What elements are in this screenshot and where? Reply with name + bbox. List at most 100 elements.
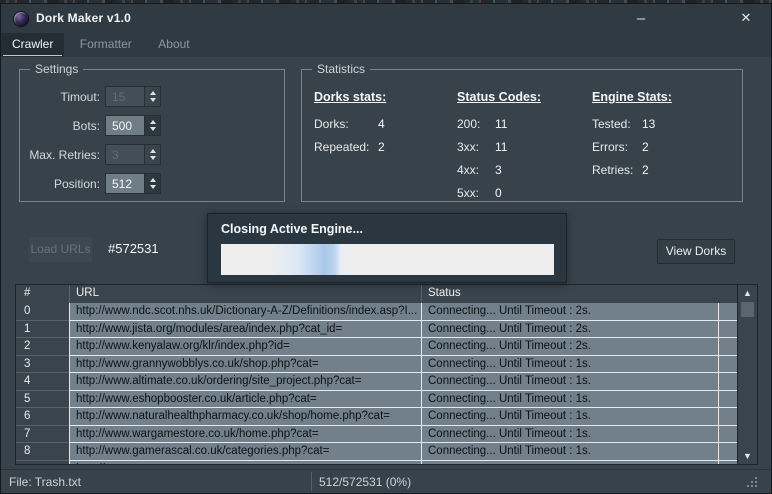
spinner-up-icon[interactable] — [150, 149, 156, 153]
url-cell[interactable]: http://www.altimate.co.uk/ordering/site_… — [69, 373, 421, 391]
progress-label: 512/572531 (0%) — [319, 475, 411, 489]
stat-value: 4 — [378, 117, 385, 131]
spinner-buttons[interactable] — [144, 173, 161, 194]
row-number-cell[interactable]: 2 — [16, 338, 69, 356]
spinner-value[interactable]: 512 — [105, 173, 144, 194]
status-cell — [421, 461, 718, 465]
scroll-up-icon[interactable]: ▲ — [738, 286, 757, 300]
view-dorks-button[interactable]: View Dorks — [657, 239, 735, 264]
row-number-cell[interactable]: 8 — [16, 443, 69, 461]
spinner-down-icon[interactable] — [150, 98, 156, 102]
url-grid-header: # URL Status — [16, 285, 737, 303]
engine-stats-rows: Tested: 13 Errors: 2 Retries: 2 — [592, 117, 672, 177]
tab-crawler[interactable]: Crawler — [1, 33, 64, 57]
status-cell[interactable]: Connecting... Until Timeout : 1s. — [421, 426, 718, 444]
statistics-legend: Statistics — [312, 62, 370, 76]
url-cell[interactable]: http://www.jista.org/modules/area/index.… — [69, 321, 421, 339]
spinner-value[interactable]: 3 — [105, 144, 144, 165]
filler-cell — [718, 356, 737, 374]
settings-field-label: Timout: — [20, 90, 105, 104]
row-number-cell[interactable]: 6 — [16, 408, 69, 426]
header-status[interactable]: Status — [421, 285, 718, 303]
tab-about[interactable]: About — [147, 33, 200, 57]
resize-grip-icon[interactable] — [747, 477, 757, 487]
numeric-spinner[interactable]: 3 — [105, 144, 161, 165]
filler-cell — [718, 426, 737, 444]
scroll-down-icon[interactable]: ▼ — [738, 449, 757, 463]
url-cell[interactable]: http://www.eshopbooster.co.uk/article.ph… — [69, 391, 421, 409]
scrollbar-thumb[interactable] — [741, 302, 754, 317]
app-window: Dork Maker v1.0 – ✕ Crawler Formatter Ab… — [0, 3, 772, 494]
table-row[interactable]: 7 http://www.wargamestore.co.uk/home.php… — [16, 426, 737, 444]
vertical-scrollbar[interactable]: ▲ ▼ — [737, 285, 757, 464]
status-cell[interactable]: Connecting... Until Timeout : 2s. — [421, 303, 718, 321]
close-button[interactable]: ✕ — [729, 4, 763, 32]
stat-label: Tested: — [592, 117, 642, 131]
spinner-buttons[interactable] — [144, 115, 161, 136]
settings-field-label: Max. Retries: — [20, 148, 105, 162]
stat-value: 0 — [495, 186, 502, 200]
header-filler — [718, 285, 737, 303]
url-cell[interactable]: http://www.wargamestore.co.uk/home.php?c… — [69, 426, 421, 444]
spinner-down-icon[interactable] — [150, 127, 156, 131]
header-url[interactable]: URL — [69, 285, 421, 303]
spinner-down-icon[interactable] — [150, 156, 156, 160]
table-row[interactable]: 1 http://www.jista.org/modules/area/inde… — [16, 321, 737, 339]
numeric-spinner[interactable]: 512 — [105, 173, 161, 194]
status-cell[interactable]: Connecting... Until Timeout : 1s. — [421, 356, 718, 374]
spinner-up-icon[interactable] — [150, 178, 156, 182]
status-cell[interactable]: Connecting... Until Timeout : 1s. — [421, 373, 718, 391]
spinner-up-icon[interactable] — [150, 91, 156, 95]
status-bar: File: Trash.txt 512/572531 (0%) — [1, 469, 771, 493]
settings-field-row: Max. Retries: 3 — [20, 144, 284, 165]
status-cell[interactable]: Connecting... Until Timeout : 1s. — [421, 391, 718, 409]
url-cell[interactable]: http://www.grannywobblys.co.uk/shop.php?… — [69, 356, 421, 374]
partial-table-row[interactable]: http://www. — [16, 461, 737, 465]
spinner-up-icon[interactable] — [150, 120, 156, 124]
url-cell[interactable]: http://www.gamerascal.co.uk/categories.p… — [69, 443, 421, 461]
row-number-cell[interactable]: 3 — [16, 356, 69, 374]
stat-label: Errors: — [592, 140, 642, 154]
url-cell[interactable]: http://www.ndc.scot.nhs.uk/Dictionary-A-… — [69, 303, 421, 321]
spinner-buttons[interactable] — [144, 86, 161, 107]
table-row[interactable]: 6 http://www.naturalhealthpharmacy.co.uk… — [16, 408, 737, 426]
row-number-cell[interactable]: 1 — [16, 321, 69, 339]
header-num[interactable]: # — [16, 285, 69, 303]
stat-row: Repeated: 2 — [314, 140, 386, 154]
row-number-cell[interactable]: 7 — [16, 426, 69, 444]
numeric-spinner[interactable]: 500 — [105, 115, 161, 136]
status-cell[interactable]: Connecting... Until Timeout : 2s. — [421, 338, 718, 356]
settings-field-row: Timout: 15 — [20, 86, 284, 107]
dorks-stats-heading: Dorks stats: — [314, 90, 386, 104]
table-row[interactable]: 2 http://www.kenyalaw.org/klr/index.php?… — [16, 338, 737, 356]
table-row[interactable]: 8 http://www.gamerascal.co.uk/categories… — [16, 443, 737, 461]
spinner-value[interactable]: 15 — [105, 86, 144, 107]
table-row[interactable]: 5 http://www.eshopbooster.co.uk/article.… — [16, 391, 737, 409]
stat-label: Retries: — [592, 163, 642, 177]
row-number-cell[interactable]: 5 — [16, 391, 69, 409]
stat-row: 5xx: 0 — [457, 186, 541, 200]
tab-formatter[interactable]: Formatter — [69, 33, 143, 57]
row-number-cell[interactable]: 0 — [16, 303, 69, 321]
engine-stats-heading: Engine Stats: — [592, 90, 672, 104]
row-number-cell[interactable]: 4 — [16, 373, 69, 391]
spinner-down-icon[interactable] — [150, 185, 156, 189]
table-row[interactable]: 0 http://www.ndc.scot.nhs.uk/Dictionary-… — [16, 303, 737, 321]
numeric-spinner[interactable]: 15 — [105, 86, 161, 107]
minimize-button[interactable]: – — [624, 4, 658, 32]
table-row[interactable]: 4 http://www.altimate.co.uk/ordering/sit… — [16, 373, 737, 391]
url-cell[interactable]: http://www.naturalhealthpharmacy.co.uk/s… — [69, 408, 421, 426]
statistics-groupbox: Statistics Dorks stats: Dorks: 4 Repeate… — [301, 69, 743, 202]
settings-field-label: Position: — [20, 177, 105, 191]
load-urls-button: Load URLs — [29, 237, 92, 262]
spinner-value[interactable]: 500 — [105, 115, 144, 136]
status-cell[interactable]: Connecting... Until Timeout : 1s. — [421, 443, 718, 461]
spinner-buttons[interactable] — [144, 144, 161, 165]
titlebar[interactable]: Dork Maker v1.0 – ✕ — [1, 4, 771, 33]
status-cell[interactable]: Connecting... Until Timeout : 1s. — [421, 408, 718, 426]
table-row[interactable]: 3 http://www.grannywobblys.co.uk/shop.ph… — [16, 356, 737, 374]
stat-label: 4xx: — [457, 163, 495, 177]
filler-cell — [718, 461, 737, 465]
url-cell[interactable]: http://www.kenyalaw.org/klr/index.php?id… — [69, 338, 421, 356]
status-cell[interactable]: Connecting... Until Timeout : 2s. — [421, 321, 718, 339]
